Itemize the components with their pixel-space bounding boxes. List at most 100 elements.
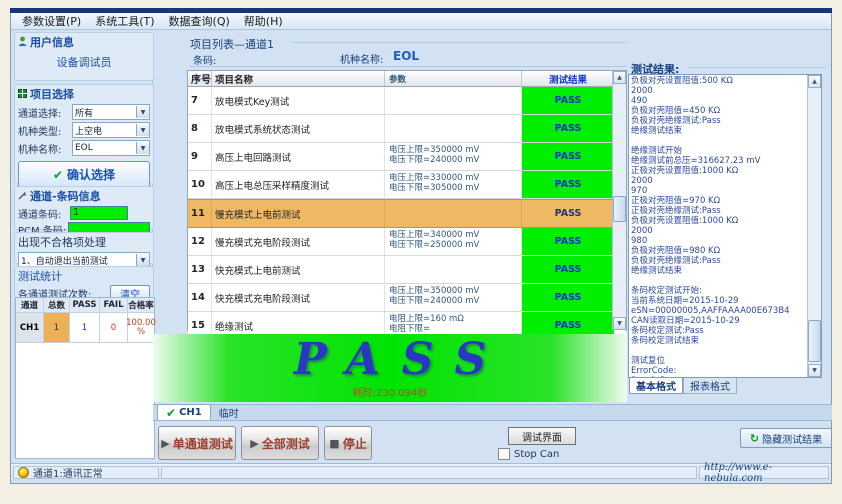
table-row[interactable]: 12慢充模式充电阶段测试电压上限=340000 mV电压下限=250000 mV… xyxy=(188,228,626,256)
confirm-select-button[interactable]: ✔ 确认选择 xyxy=(18,161,150,188)
row-number-cell: 8 xyxy=(188,115,212,142)
item-name-cell: 快充模式上电前测试 xyxy=(212,256,385,283)
debug-ui-button[interactable]: 调试界面 xyxy=(508,427,576,445)
menu-item[interactable]: 帮助(H) xyxy=(237,12,290,30)
table-row[interactable]: 13快充模式上电前测试PASS xyxy=(188,256,626,284)
status-left-panel: 通道1:通讯正常 xyxy=(13,466,159,479)
selector-dropdown[interactable]: 上空电▼ xyxy=(72,122,150,138)
barcode-group-title: 通道-条码信息 xyxy=(30,188,101,204)
table-row[interactable]: 11慢充模式上电前测试PASS xyxy=(188,199,626,228)
scroll-down-icon[interactable]: ▼ xyxy=(613,317,626,330)
stop-can-label: Stop Can xyxy=(514,449,559,460)
results-scrollbar-thumb[interactable] xyxy=(808,320,821,362)
table-row[interactable]: 10高压上电总压采样精度测试电压上限=330000 mV电压下限=305000 … xyxy=(188,171,626,199)
stop-can-checkbox-row: Stop Can xyxy=(498,448,559,460)
param-line: 电压下限=305000 mV xyxy=(389,183,521,193)
table-row[interactable]: 8放电模式系统状态测试PASS xyxy=(188,115,626,143)
stats-header-cell: 合格率 xyxy=(128,298,154,313)
item-name-cell: 慢充模式充电阶段测试 xyxy=(212,228,385,255)
param-line: 电压下限=250000 mV xyxy=(389,240,521,250)
log-line xyxy=(631,346,805,356)
selector-value: 所有 xyxy=(73,106,136,119)
stats-rate-cell: 100.00 % xyxy=(128,313,154,343)
log-line: 正极对壳设置阻值:1000 KΩ xyxy=(631,166,805,176)
log-line: 正极对壳绝缘测试:Pass xyxy=(631,206,805,216)
item-params-cell xyxy=(385,256,522,283)
results-tab[interactable]: 基本格式 xyxy=(629,378,683,394)
chevron-down-icon[interactable]: ▼ xyxy=(136,254,149,266)
chevron-down-icon[interactable]: ▼ xyxy=(136,124,149,136)
results-scroll-up-icon[interactable]: ▲ xyxy=(808,75,821,88)
result-cell: PASS xyxy=(522,256,614,283)
table-header-cell[interactable]: 参数 xyxy=(385,71,522,86)
log-line: 负极对壳阻值=980 KΩ xyxy=(631,246,805,256)
action-button[interactable]: ▶全部测试 xyxy=(241,426,319,460)
channel-tab-label: 临时 xyxy=(219,405,239,420)
screenshot-canvas: { "menu": {"items": [ {"label": "参数设置(P)… xyxy=(0,0,842,504)
barcode-input[interactable]: 1 xyxy=(70,206,128,220)
row-number-cell: 7 xyxy=(188,87,212,114)
results-scroll-down-icon[interactable]: ▼ xyxy=(808,364,821,377)
fail-handle-title: 出现不合格项处理 xyxy=(18,234,106,250)
channel-tab-ch1[interactable]: ✔CH1 xyxy=(157,404,211,420)
table-row[interactable]: 14快充模式充电阶段测试电压上限=350000 mV电压下限=240000 mV… xyxy=(188,284,626,312)
stop-can-checkbox[interactable] xyxy=(498,448,510,460)
log-line: 绝缘测试结束 xyxy=(631,126,805,136)
action-button-label: 全部测试 xyxy=(262,435,310,452)
scrollbar-thumb[interactable] xyxy=(613,196,626,222)
table-scrollbar[interactable]: ▲ ▼ xyxy=(612,71,626,330)
main-group-title: 项目列表—通道1 xyxy=(190,36,274,52)
stats-group: 测试统计 各通道测试次数: 清空 通道总数PASSFAIL合格率 CH1 1 1… xyxy=(14,266,154,458)
project-select-group: 项目选择 通道选择:所有▼机种类型:上空电▼机种名称:EOL▼ ✔ 确认选择 xyxy=(14,84,154,184)
selector-dropdown[interactable]: 所有▼ xyxy=(72,104,150,120)
scroll-up-icon[interactable]: ▲ xyxy=(613,71,626,84)
results-scrollbar[interactable]: ▲ ▼ xyxy=(807,75,821,377)
chevron-down-icon[interactable]: ▼ xyxy=(136,106,149,118)
result-cell: PASS xyxy=(522,200,614,227)
selector-dropdown[interactable]: EOL▼ xyxy=(72,140,150,156)
param-line: 电压下限=240000 mV xyxy=(389,155,521,165)
check-icon: ✔ xyxy=(166,406,176,420)
menu-item[interactable]: 数据查询(Q) xyxy=(162,12,237,30)
row-number-cell: 14 xyxy=(188,284,212,311)
log-line: 条码校定测试:Pass xyxy=(631,326,805,336)
log-line: 2000 xyxy=(631,226,805,236)
pass-banner: PASS 耗时:230.094秒 xyxy=(153,334,627,402)
menu-item[interactable]: 参数设置(P) xyxy=(15,12,88,30)
stats-fail-cell: 0 xyxy=(100,313,128,343)
table-row[interactable]: 7放电模式Key测试PASS xyxy=(188,87,626,115)
channel-tab-临时[interactable]: 临时 xyxy=(211,405,247,420)
elapsed-time-label: 耗时:230.094秒 xyxy=(353,384,428,399)
table-row[interactable]: 9高压上电回路测试电压上限=350000 mV电压下限=240000 mVPAS… xyxy=(188,143,626,171)
action-button-row: ▶单通道测试▶全部测试■停止 xyxy=(158,426,372,460)
project-grid-icon xyxy=(18,88,27,101)
project-group-title: 项目选择 xyxy=(30,86,74,102)
item-params-cell: 电压上限=330000 mV电压下限=305000 mV xyxy=(385,171,522,198)
item-params-cell: 电压上限=350000 mV电压下限=240000 mV xyxy=(385,143,522,170)
stats-data-row[interactable]: CH1 1 1 0 100.00 % xyxy=(16,313,154,343)
action-button[interactable]: ■停止 xyxy=(324,426,372,460)
selector-row: 机种名称:EOL▼ xyxy=(15,139,153,157)
test-item-table: 序号项目名称参数测试结果 7放电模式Key测试PASS8放电模式系统状态测试PA… xyxy=(187,70,627,331)
table-header-cell[interactable]: 测试结果 xyxy=(522,71,614,86)
selector-label: 机种类型: xyxy=(18,123,72,138)
results-log-box[interactable]: 负极对壳设置阻值:500 KΩ2000490负极对壳阻值=450 KΩ负极对壳绝… xyxy=(628,74,822,378)
table-header-cell[interactable]: 项目名称 xyxy=(212,71,385,86)
results-tab[interactable]: 报表格式 xyxy=(683,378,737,394)
hide-results-button[interactable]: ↻ 隐藏测试结果 xyxy=(740,428,832,448)
log-line: 970 xyxy=(631,186,805,196)
stats-pass-cell: 1 xyxy=(70,313,100,343)
table-header-cell[interactable]: 序号 xyxy=(188,71,212,86)
log-line: 负极对壳绝缘测试:Pass xyxy=(631,116,805,126)
param-line: 电阻下限= xyxy=(389,324,521,334)
chevron-down-icon[interactable]: ▼ xyxy=(136,142,149,154)
param-line: 电压下限=240000 mV xyxy=(389,296,521,306)
menu-item[interactable]: 系统工具(T) xyxy=(88,12,161,30)
stats-header-cell: PASS xyxy=(70,298,100,313)
row-number-cell: 9 xyxy=(188,143,212,170)
item-params-cell xyxy=(385,87,522,114)
action-button[interactable]: ▶单通道测试 xyxy=(158,426,236,460)
confirm-select-label: 确认选择 xyxy=(67,166,115,183)
result-cell: PASS xyxy=(522,143,614,170)
log-line: ErrorCode: xyxy=(631,366,805,376)
